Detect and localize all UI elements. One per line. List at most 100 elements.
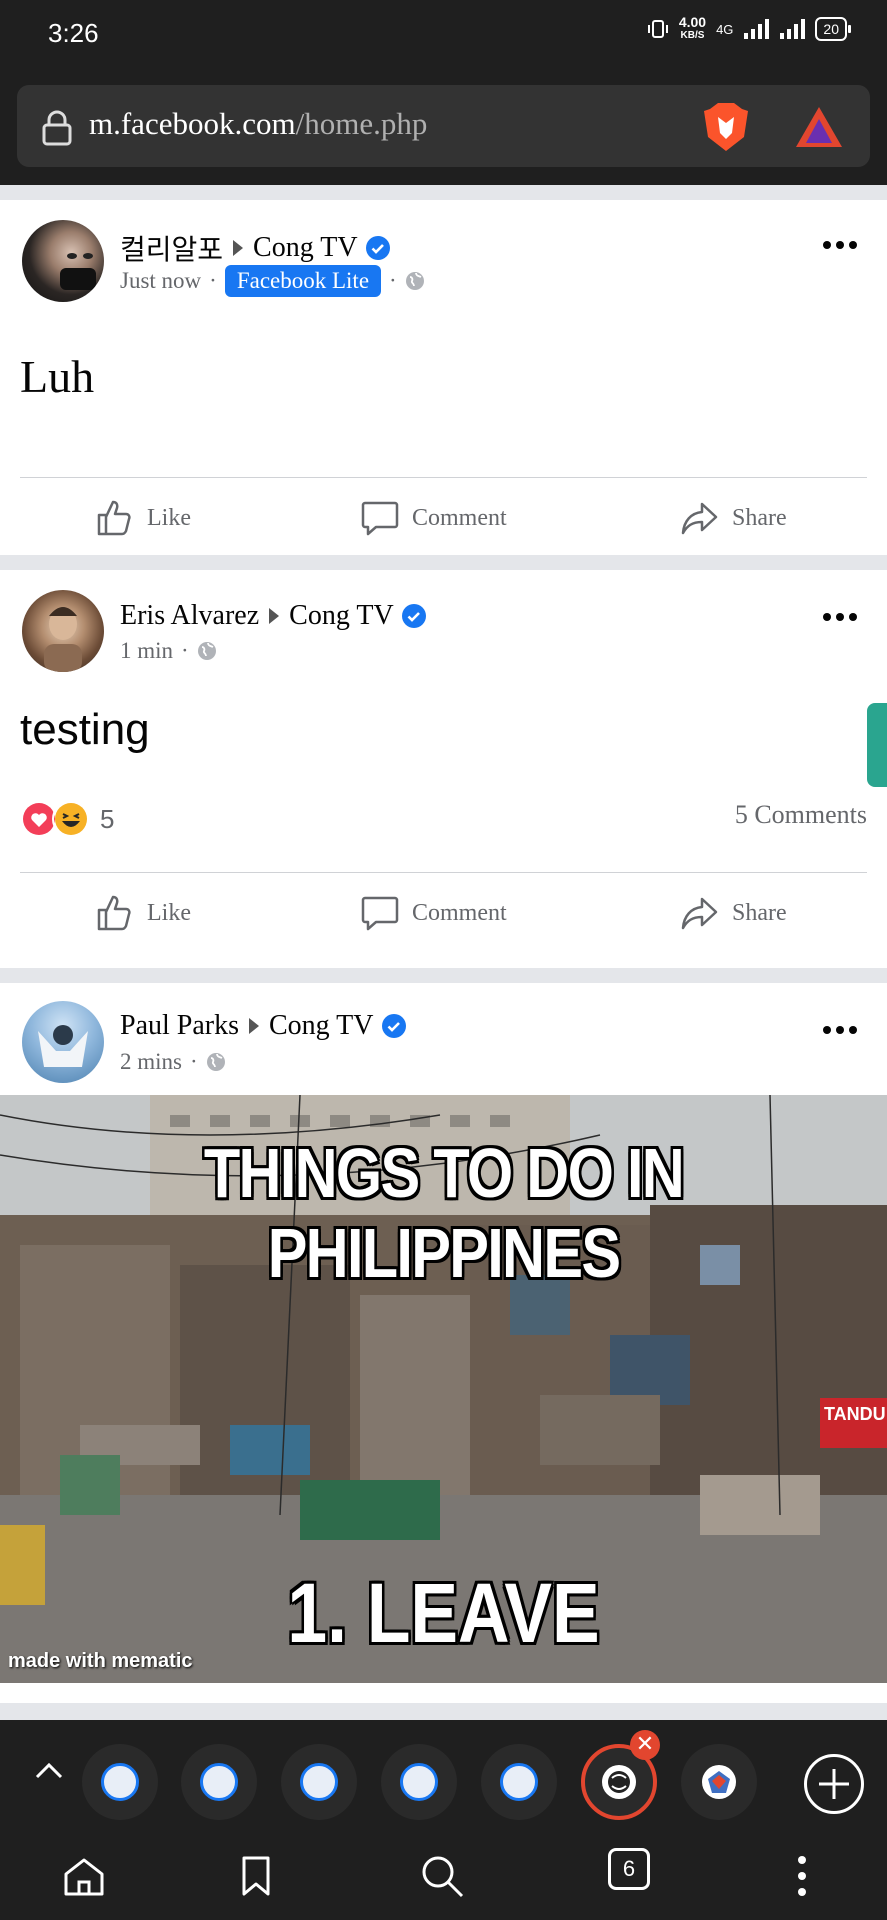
comment-button[interactable]: Comment xyxy=(360,498,507,538)
network-type: 4G xyxy=(716,21,734,37)
tab-thumbnail[interactable] xyxy=(181,1744,257,1820)
meme-watermark: made with mematic xyxy=(8,1650,193,1672)
author-name[interactable]: Paul Parks xyxy=(120,1010,239,1042)
tab-thumbnail[interactable] xyxy=(681,1744,757,1820)
comments-count[interactable]: 5 Comments xyxy=(735,800,867,830)
avatar-image xyxy=(44,607,82,672)
avatar-image xyxy=(60,253,96,290)
status-time: 3:26 xyxy=(48,18,99,48)
globe-icon xyxy=(206,1053,225,1071)
arrow-right-icon xyxy=(269,608,280,624)
arrow-right-icon xyxy=(233,240,244,256)
chevron-up-icon[interactable] xyxy=(34,1760,64,1780)
site-favicon-icon xyxy=(702,1765,736,1799)
target-page-name[interactable]: Cong TV xyxy=(289,600,394,632)
share-icon xyxy=(681,897,718,930)
address-bar[interactable]: m.facebook.com/home.php xyxy=(17,85,870,167)
status-bar: 3:26 4.00 KB/S 4G 20 xyxy=(0,0,887,75)
post-card: 컬리알포 Cong TV Just now · Facebook Lite · … xyxy=(0,200,887,555)
browser-bottom-bar: 6 xyxy=(0,1830,887,1920)
post-image[interactable]: TANDU THINGS TO DO IN PHILIPPINES 1. LEA… xyxy=(0,1095,887,1683)
side-drawer-handle[interactable] xyxy=(867,703,887,787)
verified-badge-icon xyxy=(401,604,426,628)
vibrate-icon xyxy=(647,20,668,38)
status-icons: 4.00 KB/S 4G 20 xyxy=(647,14,851,42)
more-options-icon[interactable] xyxy=(823,610,863,624)
close-tab-icon[interactable]: ✕ xyxy=(630,1730,660,1760)
post-text: Luh xyxy=(20,351,95,402)
avatar[interactable] xyxy=(22,590,104,672)
avatar-image xyxy=(38,1025,88,1067)
haha-reaction-icon xyxy=(52,800,90,838)
post-time[interactable]: Just now xyxy=(120,268,201,294)
like-button[interactable]: Like xyxy=(95,893,191,933)
meta-separator: · xyxy=(209,268,217,293)
arrow-right-icon xyxy=(249,1018,259,1034)
share-icon xyxy=(681,502,718,535)
globe-icon xyxy=(602,1765,636,1799)
author-name[interactable]: Eris Alvarez xyxy=(120,600,259,632)
avatar[interactable] xyxy=(22,1001,104,1083)
search-icon[interactable] xyxy=(418,1852,466,1900)
more-options-icon[interactable] xyxy=(823,1023,863,1037)
verified-badge-icon xyxy=(381,1014,406,1038)
share-button[interactable]: Share xyxy=(680,498,787,538)
post-card: Paul Parks Cong TV 2 mins · TANDU THINGS… xyxy=(0,983,887,1703)
tab-switcher-strip: ✕ xyxy=(0,1720,887,1830)
divider xyxy=(20,872,867,873)
home-icon[interactable] xyxy=(60,1852,108,1900)
post-meta: 2 mins · xyxy=(120,1049,226,1075)
target-page-name[interactable]: Cong TV xyxy=(269,1010,374,1042)
avatar[interactable] xyxy=(22,220,104,302)
news-feed[interactable]: 컬리알포 Cong TV Just now · Facebook Lite · … xyxy=(0,185,887,1720)
post-meta: Just now · Facebook Lite · xyxy=(120,265,425,297)
tabs-count-button[interactable]: 6 xyxy=(608,1848,650,1890)
thumbs-up-icon xyxy=(97,500,131,536)
brave-rewards-icon[interactable] xyxy=(794,105,844,149)
meme-top-text: THINGS TO DO IN PHILIPPINES xyxy=(203,1134,685,1292)
meta-separator: · xyxy=(181,638,189,663)
new-tab-button[interactable] xyxy=(804,1754,864,1814)
facebook-favicon-icon xyxy=(101,1763,139,1801)
post-card: Eris Alvarez Cong TV 1 min · testing 5 5… xyxy=(0,570,887,968)
post-text: testing xyxy=(20,705,150,754)
target-page-name[interactable]: Cong TV xyxy=(253,232,358,264)
facebook-favicon-icon xyxy=(300,1763,338,1801)
reactions-summary[interactable]: 5 xyxy=(20,800,114,838)
divider xyxy=(20,477,867,478)
thumbs-up-icon xyxy=(97,895,131,931)
post-time[interactable]: 1 min xyxy=(120,638,173,664)
meme-bottom-text: 1. LEAVE xyxy=(287,1566,600,1660)
tab-thumbnail[interactable] xyxy=(481,1744,557,1820)
network-speed: 4.00 KB/S xyxy=(678,14,707,41)
like-button[interactable]: Like xyxy=(95,498,191,538)
lock-icon xyxy=(42,110,72,146)
tab-thumbnail[interactable] xyxy=(381,1744,457,1820)
tab-thumbnail[interactable] xyxy=(281,1744,357,1820)
share-button[interactable]: Share xyxy=(680,893,787,933)
meta-separator: · xyxy=(189,1049,198,1074)
post-meta: 1 min · xyxy=(120,638,217,664)
post-time[interactable]: 2 mins xyxy=(120,1049,182,1075)
verified-badge-icon xyxy=(365,236,390,260)
globe-icon xyxy=(197,642,216,660)
reaction-count: 5 xyxy=(100,803,115,834)
brave-shield-icon[interactable] xyxy=(702,101,750,153)
plus-icon xyxy=(819,1769,849,1799)
comment-button[interactable]: Comment xyxy=(360,893,507,933)
facebook-favicon-icon xyxy=(400,1763,438,1801)
more-options-icon[interactable] xyxy=(823,238,863,252)
facebook-favicon-icon xyxy=(500,1763,538,1801)
author-name[interactable]: 컬리알포 xyxy=(120,228,223,268)
tab-thumbnail[interactable] xyxy=(82,1744,158,1820)
post-author-line: Paul Parks Cong TV xyxy=(120,1010,406,1042)
url-text: m.facebook.com/home.php xyxy=(89,106,428,141)
post-author-line: 컬리알포 Cong TV xyxy=(120,228,390,268)
post-author-line: Eris Alvarez Cong TV xyxy=(120,600,426,632)
comment-icon xyxy=(361,896,399,931)
menu-dots-icon[interactable] xyxy=(778,1852,826,1900)
meta-separator: · xyxy=(389,268,397,293)
signal-2-icon xyxy=(780,19,806,39)
shop-sign: TANDU xyxy=(820,1398,887,1448)
bookmark-icon[interactable] xyxy=(232,1852,280,1900)
